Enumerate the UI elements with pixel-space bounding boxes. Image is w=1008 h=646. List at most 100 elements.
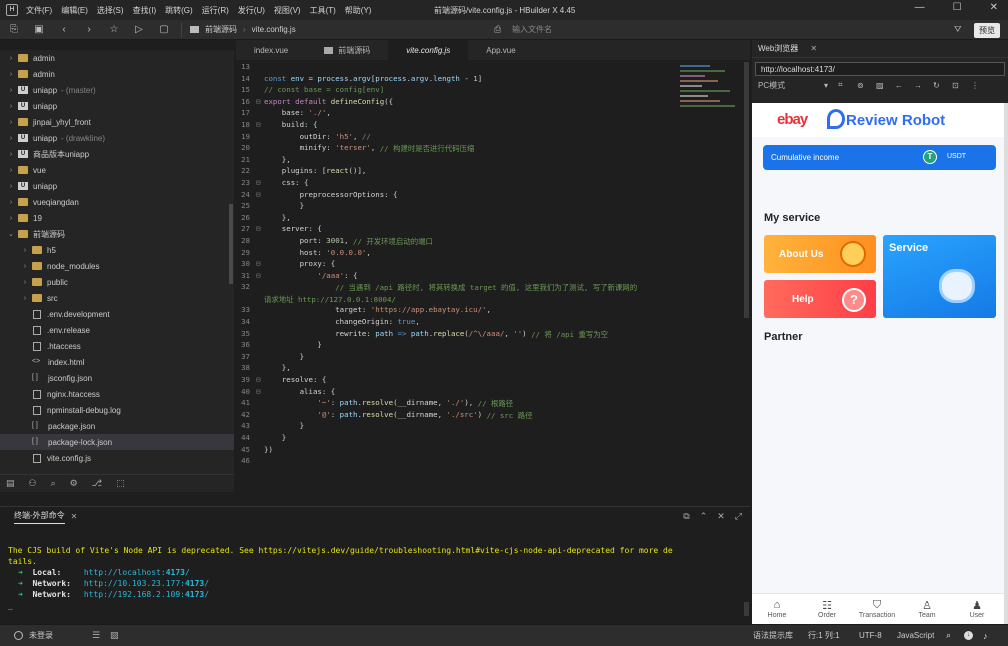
tree-item[interactable]: [ ] package-lock.json xyxy=(0,434,234,450)
fold-marker-icon[interactable] xyxy=(256,294,264,306)
terminal-tab-close-icon[interactable]: ✕ xyxy=(71,512,78,521)
browser-url-input[interactable]: http://localhost:4173/ xyxy=(755,62,1005,76)
fold-marker-icon[interactable]: ⊟ xyxy=(256,97,264,109)
chevron-right-icon[interactable]: › xyxy=(6,215,16,222)
back-icon[interactable]: ‹ xyxy=(56,22,72,38)
fold-marker-icon[interactable] xyxy=(256,213,264,225)
maximize-button[interactable]: ☐ xyxy=(953,2,962,13)
fold-marker-icon[interactable]: ⊟ xyxy=(256,375,264,387)
browser-forward-icon[interactable]: → xyxy=(914,81,933,90)
chevron-right-icon[interactable]: › xyxy=(20,295,30,302)
cursor-position[interactable]: 行:1 列:1 xyxy=(808,630,840,641)
new-file-icon[interactable]: ⎘ xyxy=(6,22,22,38)
plugin-icon[interactable]: ⚇ xyxy=(29,478,37,489)
tree-item[interactable]: › jinpai_yhyl_front xyxy=(0,114,234,130)
lock-icon[interactable]: ⊡ xyxy=(952,81,971,90)
nav-item-user[interactable]: ♟ User xyxy=(952,599,1002,619)
fold-marker-icon[interactable] xyxy=(256,85,264,97)
filter-icon[interactable]: ⛛ xyxy=(954,24,962,35)
devtools-icon[interactable]: ⊚ xyxy=(857,81,876,90)
search-status-icon[interactable]: ⌕ xyxy=(946,630,951,641)
tree-item[interactable]: .htaccess xyxy=(0,338,234,354)
tree-item[interactable]: [ ] package.json xyxy=(0,418,234,434)
terminal-expand-icon[interactable]: ⤢ xyxy=(735,511,742,522)
nav-item-transaction[interactable]: ⛉ Transaction xyxy=(852,599,902,619)
chevron-down-icon[interactable]: ⌄ xyxy=(6,230,16,238)
tree-item[interactable]: › Uuniapp xyxy=(0,178,234,194)
tree-item[interactable]: › 19 xyxy=(0,210,234,226)
server-port[interactable]: 4173 xyxy=(185,579,204,588)
fold-marker-icon[interactable]: ⊟ xyxy=(256,224,264,236)
fold-marker-icon[interactable] xyxy=(256,236,264,248)
server-url-end[interactable]: / xyxy=(204,590,209,599)
browser-scrollbar[interactable] xyxy=(1004,103,1008,624)
menu-item[interactable]: 帮助(Y) xyxy=(345,5,372,16)
list-icon[interactable]: ☰ xyxy=(92,630,100,641)
fold-marker-icon[interactable] xyxy=(256,329,264,341)
help-card[interactable]: Help ? xyxy=(764,280,876,318)
tree-item[interactable]: .env.release xyxy=(0,322,234,338)
browser-more-icon[interactable]: ⋮ xyxy=(971,81,990,90)
tree-item[interactable]: › Uuniapp - (master) xyxy=(0,82,234,98)
chevron-right-icon[interactable]: › xyxy=(6,103,16,110)
image-icon[interactable]: ▨ xyxy=(110,630,119,641)
device-select[interactable]: PC模式 xyxy=(758,80,824,91)
fold-marker-icon[interactable] xyxy=(256,282,264,294)
breadcrumb-project[interactable]: 前端源码 xyxy=(205,24,237,35)
preview-button[interactable]: 预览 xyxy=(974,23,1000,38)
tree-item[interactable]: › src xyxy=(0,290,234,306)
tree-item[interactable]: › admin xyxy=(0,66,234,82)
editor-tab[interactable]: index.vue xyxy=(236,40,306,60)
terminal-maximize-icon[interactable]: ⌃ xyxy=(700,511,708,522)
tree-item[interactable]: › h5 xyxy=(0,242,234,258)
menu-item[interactable]: 编辑(E) xyxy=(61,5,88,16)
server-url-end[interactable]: / xyxy=(185,568,190,577)
forward-icon[interactable]: › xyxy=(81,22,97,38)
chevron-right-icon[interactable]: › xyxy=(20,263,30,270)
tree-item[interactable]: › Uuniapp - (drawkline) xyxy=(0,130,234,146)
info-icon[interactable]: ↓ xyxy=(964,631,973,640)
debug-icon[interactable]: ⚙ xyxy=(70,478,78,489)
tree-item[interactable]: › node_modules xyxy=(0,258,234,274)
fold-marker-icon[interactable]: ⊟ xyxy=(256,271,264,283)
save-icon[interactable]: ▣ xyxy=(31,22,47,38)
chevron-right-icon[interactable]: › xyxy=(6,87,16,94)
terminal-tab[interactable]: 终端-外部命令 xyxy=(14,510,65,524)
editor-scrollbar[interactable] xyxy=(744,62,749,318)
browser-tab[interactable]: Web浏览器 xyxy=(758,43,798,54)
browser-back-icon[interactable]: ← xyxy=(895,81,914,90)
language-mode[interactable]: JavaScript xyxy=(897,631,934,640)
tree-item[interactable]: nginx.htaccess xyxy=(0,386,234,402)
file-search-input[interactable]: 输入文件名 xyxy=(512,24,552,35)
fold-marker-icon[interactable] xyxy=(256,143,264,155)
nav-item-team[interactable]: ♙ Team xyxy=(902,599,952,619)
fold-marker-icon[interactable] xyxy=(256,456,264,468)
fold-marker-icon[interactable]: ⊟ xyxy=(256,259,264,271)
fold-marker-icon[interactable]: ⊟ xyxy=(256,387,264,399)
fold-marker-icon[interactable] xyxy=(256,62,264,74)
service-card[interactable]: Service xyxy=(883,235,996,318)
menu-item[interactable]: 工具(T) xyxy=(310,5,336,16)
chevron-right-icon[interactable]: › xyxy=(6,199,16,206)
fold-marker-icon[interactable]: ⊟ xyxy=(256,120,264,132)
fold-marker-icon[interactable] xyxy=(256,108,264,120)
tree-item[interactable]: npminstall-debug.log xyxy=(0,402,234,418)
menu-item[interactable]: 选择(S) xyxy=(97,5,124,16)
chevron-right-icon[interactable]: › xyxy=(6,183,16,190)
fold-marker-icon[interactable] xyxy=(256,248,264,260)
nav-item-order[interactable]: ☷ Order xyxy=(802,599,852,619)
terminal-output[interactable]: The CJS build of Vite's Node API is depr… xyxy=(0,526,750,622)
server-url[interactable]: http://192.168.2.109: xyxy=(84,590,185,599)
close-button[interactable]: ✕ xyxy=(990,2,998,13)
server-url[interactable]: http://10.103.23.177: xyxy=(84,579,185,588)
chevron-right-icon[interactable]: › xyxy=(20,279,30,286)
terminal-new-icon[interactable]: ⧉ xyxy=(683,511,689,522)
fold-marker-icon[interactable] xyxy=(256,317,264,329)
fold-marker-icon[interactable]: ⊟ xyxy=(256,178,264,190)
minimap[interactable] xyxy=(680,62,742,148)
fold-marker-icon[interactable] xyxy=(256,410,264,422)
tree-item[interactable]: › vueqiangdan xyxy=(0,194,234,210)
fold-marker-icon[interactable] xyxy=(256,445,264,457)
chevron-right-icon[interactable]: › xyxy=(6,71,16,78)
capture-icon[interactable]: ▨ xyxy=(876,81,895,90)
